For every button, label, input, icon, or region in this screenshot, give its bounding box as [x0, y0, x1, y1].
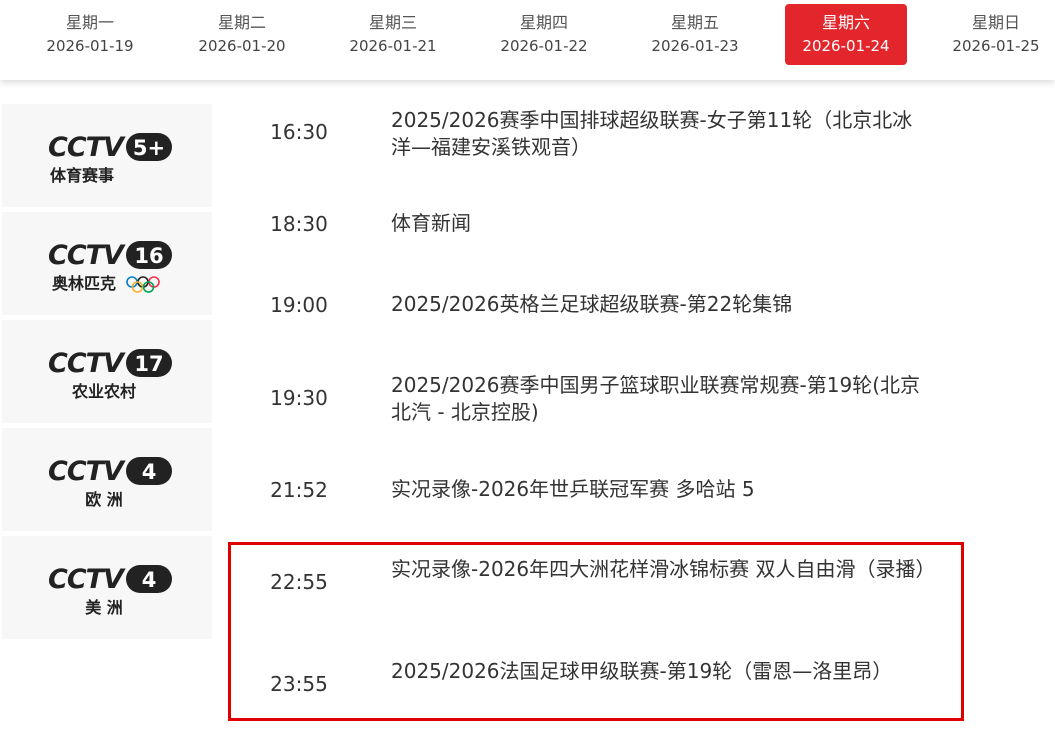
channel-name: 奥林匹克 — [52, 274, 116, 293]
day-tab-date: 2026-01-23 — [651, 37, 739, 55]
day-tab-saturday[interactable]: 星期六 2026-01-24 — [785, 4, 907, 65]
program-title[interactable]: 实况录像-2026年世乒联冠军赛 多哈站 5 — [391, 476, 931, 503]
program-title[interactable]: 2025/2026赛季中国排球超级联赛-女子第11轮（北京北冰洋—福建安溪铁观音… — [391, 107, 931, 161]
channel-number: 16 — [134, 244, 163, 268]
day-tab-monday[interactable]: 星期一 2026-01-19 — [29, 4, 151, 65]
day-selector-bar: 星期一 2026-01-19 星期二 2026-01-20 星期三 2026-0… — [0, 0, 1055, 80]
day-tab-sunday[interactable]: 星期日 2026-01-25 — [935, 4, 1055, 65]
day-tab-friday[interactable]: 星期五 2026-01-23 — [634, 4, 756, 65]
program-title[interactable]: 2025/2026法国足球甲级联赛-第19轮（雷恩—洛里昂） — [391, 658, 931, 685]
channel-brand: CCTV — [48, 348, 126, 379]
program-time: 18:30 — [270, 212, 328, 236]
day-tab-weekday: 星期日 — [971, 13, 1020, 32]
cctv5plus-logo: CCTV 5+ 体育赛事 — [46, 128, 176, 188]
program-time: 19:00 — [270, 293, 328, 317]
program-time: 21:52 — [270, 478, 328, 502]
channel-name: 欧 洲 — [85, 490, 123, 509]
program-time: 22:55 — [270, 570, 328, 594]
channel-number: 17 — [134, 352, 163, 376]
program-title[interactable]: 2025/2026英格兰足球超级联赛-第22轮集锦 — [391, 291, 931, 318]
channel-brand: CCTV — [48, 564, 126, 595]
program-title[interactable]: 2025/2026赛季中国男子篮球职业联赛常规赛-第19轮(北京北汽 - 北京控… — [391, 372, 931, 426]
day-tab-date: 2026-01-22 — [500, 37, 588, 55]
program-title[interactable]: 体育新闻 — [391, 210, 931, 237]
day-tab-weekday: 星期一 — [65, 13, 114, 32]
program-time: 23:55 — [270, 672, 328, 696]
day-tab-weekday: 星期五 — [670, 13, 719, 32]
day-tab-weekday: 星期四 — [519, 13, 568, 32]
cctv4-america-logo: CCTV 4 美 洲 — [46, 560, 176, 620]
channel-name: 体育赛事 — [50, 166, 114, 185]
channel-name: 美 洲 — [85, 598, 123, 617]
channel-number: 4 — [142, 460, 157, 484]
day-tab-wednesday[interactable]: 星期三 2026-01-21 — [332, 4, 454, 65]
cctv4-europe-logo: CCTV 4 欧 洲 — [46, 452, 176, 512]
program-title[interactable]: 实况录像-2026年四大洲花样滑冰锦标赛 双人自由滑（录播） — [391, 556, 935, 583]
channel-item-cctv16[interactable]: CCTV 16 奥林匹克 — [2, 212, 212, 317]
olympic-rings-icon — [126, 276, 160, 293]
channel-brand: CCTV — [48, 456, 126, 487]
day-tab-weekday: 星期六 — [821, 13, 870, 32]
channel-item-cctv4-america[interactable]: CCTV 4 美 洲 — [2, 536, 212, 641]
cctv17-logo: CCTV 17 农业农村 — [46, 344, 176, 404]
channel-name: 农业农村 — [71, 382, 136, 401]
channel-number: 4 — [142, 568, 157, 592]
day-tab-date: 2026-01-24 — [802, 37, 890, 55]
day-tab-weekday: 星期二 — [217, 13, 266, 32]
channel-brand: CCTV — [48, 240, 126, 271]
channel-item-cctv5plus[interactable]: CCTV 5+ 体育赛事 — [2, 104, 212, 209]
day-tab-date: 2026-01-19 — [46, 37, 134, 55]
day-tab-date: 2026-01-20 — [198, 37, 286, 55]
channel-brand: CCTV — [48, 132, 126, 163]
program-time: 19:30 — [270, 386, 328, 410]
day-tab-tuesday[interactable]: 星期二 2026-01-20 — [181, 4, 303, 65]
program-time: 16:30 — [270, 120, 328, 144]
channel-item-cctv4-europe[interactable]: CCTV 4 欧 洲 — [2, 428, 212, 533]
channel-number: 5+ — [133, 136, 165, 160]
cctv16-logo: CCTV 16 奥林匹克 — [46, 236, 176, 296]
day-tab-weekday: 星期三 — [368, 13, 417, 32]
day-tab-date: 2026-01-21 — [349, 37, 437, 55]
day-tab-thursday[interactable]: 星期四 2026-01-22 — [483, 4, 605, 65]
channel-item-cctv17[interactable]: CCTV 17 农业农村 — [2, 320, 212, 425]
day-tab-date: 2026-01-25 — [952, 37, 1040, 55]
